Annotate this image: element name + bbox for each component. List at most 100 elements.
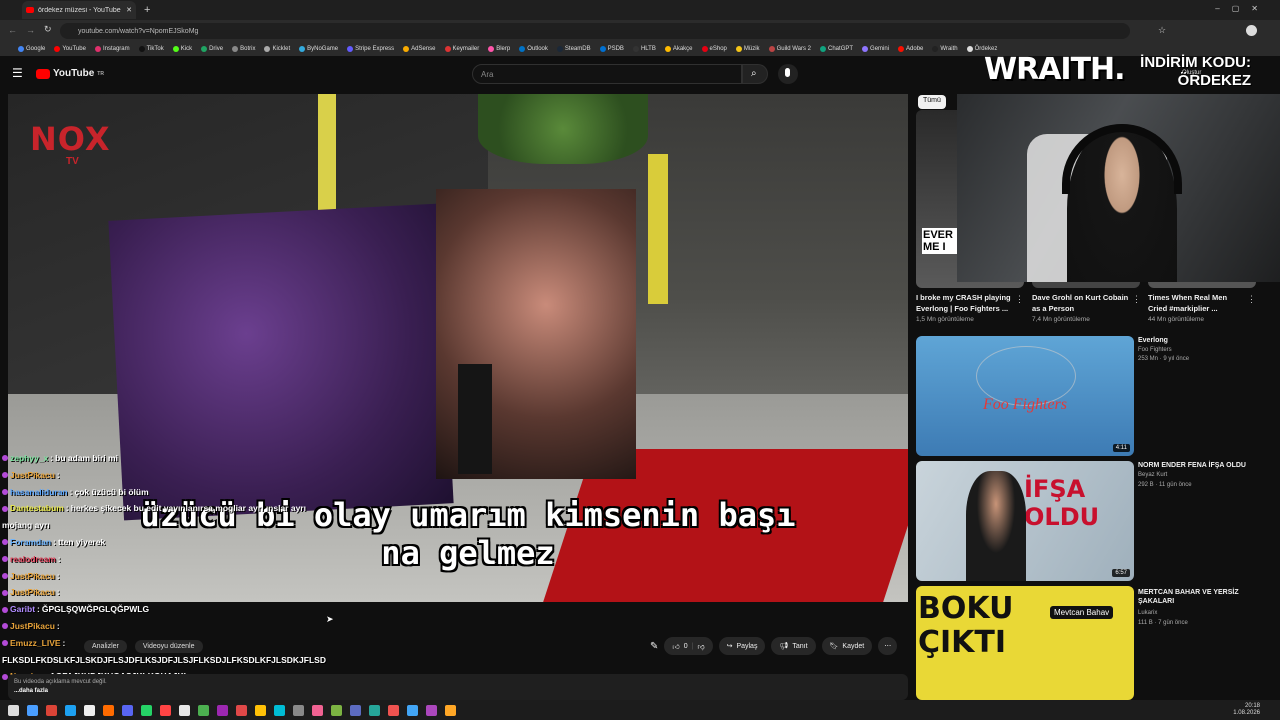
- back-icon[interactable]: ←: [8, 25, 17, 35]
- taskbar-app-icon[interactable]: [84, 704, 95, 716]
- bookmark-item[interactable]: Müzik: [735, 46, 760, 52]
- bookmark-item[interactable]: Gemini: [862, 46, 889, 52]
- taskbar-app-icon[interactable]: [217, 704, 228, 716]
- taskbar-app-icon[interactable]: [103, 704, 114, 716]
- taskbar-app-icon[interactable]: [350, 704, 361, 716]
- close-tab-icon[interactable]: ✕: [126, 6, 132, 14]
- taskbar-app-icon[interactable]: [426, 704, 437, 716]
- taskbar-app-icon[interactable]: [407, 704, 418, 716]
- forward-icon[interactable]: →: [26, 25, 35, 35]
- short-more-icon[interactable]: ⋮: [1247, 294, 1256, 305]
- rec-thumbnail[interactable]: BOKU ÇIKTI Mevtcan Bahav: [916, 586, 1134, 700]
- bookmark-star-icon[interactable]: ☆: [1158, 25, 1166, 36]
- rec-title[interactable]: Everlong: [1138, 336, 1248, 345]
- short-more-icon[interactable]: ⋮: [1132, 294, 1141, 305]
- taskbar-app-icon[interactable]: [122, 704, 133, 716]
- bookmark-favicon-icon: [232, 46, 239, 52]
- taskbar-app-icon[interactable]: [293, 704, 304, 716]
- bookmark-item[interactable]: SteamDB: [556, 46, 591, 52]
- short-title[interactable]: Times When Real Men Cried #markiplier ..…: [1148, 292, 1248, 314]
- rec-channel[interactable]: Lukarix: [1138, 610, 1157, 616]
- bookmark-favicon-icon: [519, 46, 526, 52]
- reload-icon[interactable]: ↻: [44, 24, 52, 35]
- bookmark-item[interactable]: Instagram: [94, 46, 130, 52]
- rec-meta: 292 B · 11 gün önce: [1138, 482, 1192, 488]
- bookmark-item[interactable]: ChatGPT: [820, 46, 853, 52]
- video-description[interactable]: Bu videoda açıklama mevcut değil. ...dah…: [8, 674, 908, 700]
- edit-video-button[interactable]: Videoyu düzenle: [134, 640, 203, 653]
- window-controls[interactable]: –▢✕: [1215, 4, 1270, 13]
- analytics-button[interactable]: Analizler: [84, 640, 127, 653]
- short-title[interactable]: Dave Grohl on Kurt Cobain as a Person: [1032, 292, 1132, 314]
- bookmark-item[interactable]: AdSense: [403, 46, 436, 52]
- save-button[interactable]: 🔖︎ Kaydet: [821, 637, 873, 655]
- search-button[interactable]: ⌕: [742, 64, 768, 84]
- short-views: 1,5 Mn görüntüleme: [916, 316, 974, 323]
- taskbar-app-icon[interactable]: [369, 704, 380, 716]
- bookmark-item[interactable]: Adobe: [898, 46, 923, 52]
- promote-icon[interactable]: ✎: [650, 641, 658, 652]
- like-count: 0: [683, 642, 688, 650]
- taskbar-app-icon[interactable]: [274, 704, 285, 716]
- like-dislike-button[interactable]: 👍︎ 0 | 👎︎: [664, 637, 713, 655]
- rec-thumbnail[interactable]: İFŞA OLDU 6:57: [916, 461, 1134, 581]
- bookmark-item[interactable]: TikTok: [138, 46, 164, 52]
- promote-button[interactable]: 📢︎ Tanıt: [771, 637, 816, 655]
- taskbar-app-icon[interactable]: [445, 704, 456, 716]
- taskbar-app-icon[interactable]: [141, 704, 152, 716]
- bookmark-item[interactable]: Blerp: [488, 46, 510, 52]
- filter-chip-all[interactable]: Tümü: [918, 95, 946, 109]
- bookmark-item[interactable]: Stripe Express: [347, 46, 394, 52]
- bookmark-item[interactable]: Botrix: [232, 46, 255, 52]
- menu-icon[interactable]: ☰: [12, 66, 23, 80]
- bookmark-item[interactable]: eShop: [701, 46, 727, 52]
- short-more-icon[interactable]: ⋮: [1015, 294, 1024, 305]
- chat-message: zephyy_x : bu adam biri mi: [2, 450, 402, 467]
- bookmark-item[interactable]: Akakçe: [664, 46, 693, 52]
- bookmark-item[interactable]: Kicklet: [264, 46, 290, 52]
- taskbar-app-icon[interactable]: [255, 704, 266, 716]
- profile-avatar[interactable]: [1246, 25, 1257, 36]
- url-input[interactable]: youtube.com/watch?v=NpomEJSkoMg: [60, 23, 1130, 39]
- taskbar-app-icon[interactable]: [160, 704, 171, 716]
- rec-channel[interactable]: Foo Fighters: [1138, 347, 1172, 353]
- rec-thumbnail[interactable]: Foo Fighters 4:11: [916, 336, 1134, 456]
- chat-text: mojang ayrı: [2, 520, 50, 531]
- bookmark-item[interactable]: YouTube: [54, 46, 86, 52]
- rec-title[interactable]: NORM ENDER FENA İFŞA OLDU: [1138, 461, 1248, 470]
- taskbar-app-icon[interactable]: [46, 704, 57, 716]
- bookmark-item[interactable]: HLTB: [632, 46, 656, 52]
- search-input[interactable]: Ara: [472, 64, 742, 84]
- taskbar-app-icon[interactable]: [179, 704, 190, 716]
- taskbar-app-icon[interactable]: [312, 704, 323, 716]
- taskbar-app-icon[interactable]: [388, 704, 399, 716]
- new-tab-icon[interactable]: +: [144, 4, 150, 16]
- bookmark-item[interactable]: ByNoGame: [299, 46, 338, 52]
- voice-search-button[interactable]: [778, 64, 798, 84]
- taskbar-app-icon[interactable]: [27, 704, 38, 716]
- chat-text: çok üzücü bi ölüm: [74, 486, 149, 497]
- bookmark-item[interactable]: Keymailer: [444, 46, 479, 52]
- youtube-logo[interactable]: YouTube TR: [36, 68, 104, 79]
- taskbar-app-icon[interactable]: [236, 704, 247, 716]
- bookmark-item[interactable]: Google: [18, 46, 45, 52]
- bookmark-item[interactable]: Guild Wars 2: [768, 46, 811, 52]
- taskbar-app-icon[interactable]: [198, 704, 209, 716]
- share-button[interactable]: ↪ Paylaş: [718, 637, 766, 655]
- tab-active[interactable]: ördekez müzesi - YouTube ✕: [22, 1, 136, 19]
- taskbar-app-icon[interactable]: [331, 704, 342, 716]
- rec-title[interactable]: MERTCAN BAHAR VE YERSİZ ŞAKALARI: [1138, 588, 1248, 606]
- bookmark-item[interactable]: Outlook: [519, 46, 548, 52]
- taskbar-app-icon[interactable]: [8, 704, 19, 716]
- show-more-link[interactable]: ...daha fazla: [14, 687, 902, 696]
- taskbar-app-icon[interactable]: [65, 704, 76, 716]
- bookmark-item[interactable]: Wraith: [932, 46, 958, 52]
- bookmark-item[interactable]: PSDB: [599, 46, 624, 52]
- more-actions-button[interactable]: ⋯: [878, 637, 898, 655]
- short-title[interactable]: I broke my CRASH playing Everlong | Foo …: [916, 292, 1016, 314]
- bookmark-item[interactable]: Drive: [201, 46, 223, 52]
- bookmark-item[interactable]: Kick: [172, 46, 192, 52]
- rec-channel[interactable]: Beyaz Kurt: [1138, 472, 1167, 478]
- system-tray-clock[interactable]: 20:18 1.08.2026: [1233, 703, 1260, 717]
- thumbs-down-icon[interactable]: 👎︎: [697, 642, 704, 651]
